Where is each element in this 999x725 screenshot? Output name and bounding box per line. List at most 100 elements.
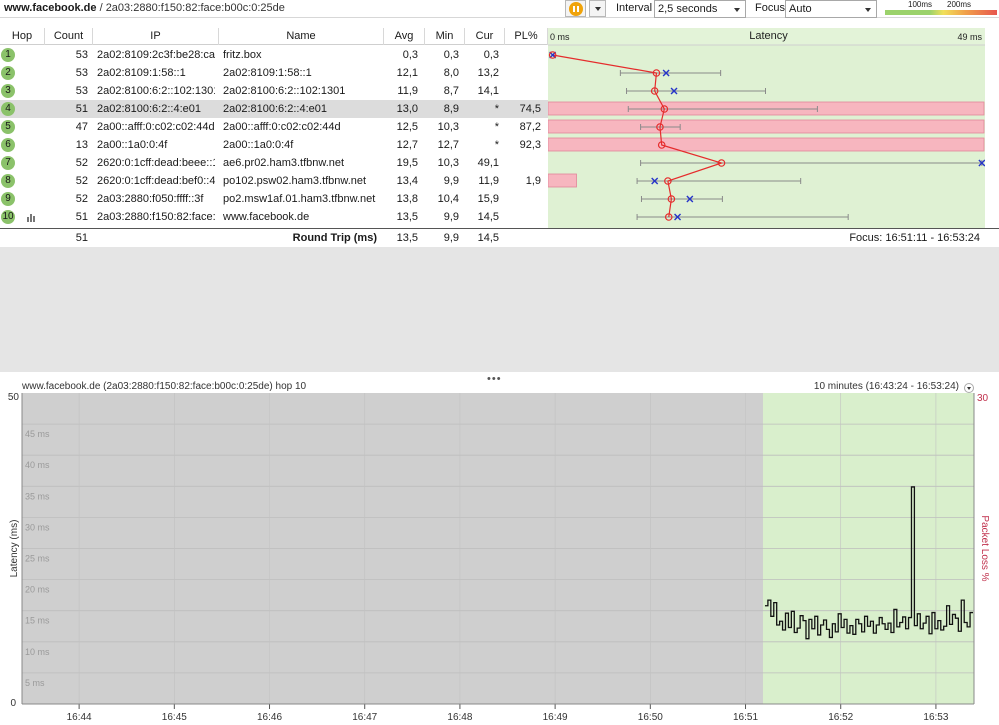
- cell-pl: [505, 190, 541, 208]
- latency-min-label: 0 ms: [550, 32, 570, 42]
- cell-cur: *: [494, 121, 499, 133]
- grid-label: 5 ms: [25, 678, 45, 688]
- cell-cur: 49,1: [477, 157, 499, 169]
- table-scrollbar[interactable]: [985, 28, 999, 230]
- cell-name: 2a02:8100:6:2::4:e01: [223, 103, 327, 115]
- summary-cur: 14,5: [477, 232, 499, 244]
- cell-ip: 2a02:8109:2c3f:be28:ca0: [97, 49, 215, 61]
- hop-number-badge: 7: [1, 156, 15, 170]
- focus-label: Focus: [755, 2, 785, 14]
- cell-cur: 11,9: [478, 175, 499, 187]
- grid-label: 10 ms: [25, 647, 50, 657]
- cell-avg: 19,5: [396, 157, 418, 169]
- cell-count: 53: [75, 49, 88, 61]
- interval-label: Interval: [616, 2, 653, 14]
- y-axis-max-label: 50: [8, 392, 20, 403]
- grid-label: 35 ms: [25, 491, 50, 501]
- col-hop[interactable]: Hop: [0, 28, 45, 45]
- hop-number-badge: 5: [1, 120, 15, 134]
- grid-label: 45 ms: [25, 429, 50, 439]
- toolbar: www.facebook.de / 2a03:2880:f150:82:face…: [0, 0, 999, 18]
- pause-button[interactable]: [565, 0, 586, 17]
- cell-min: 8,0: [443, 67, 459, 79]
- target-ip: 2a03:2880:f150:82:face:b00c:0:25de: [105, 2, 285, 14]
- cell-cur: *: [494, 139, 499, 151]
- cell-pl: 1,9: [525, 175, 541, 187]
- hop-number-badge: 1: [1, 48, 15, 62]
- cell-pl: 74,5: [519, 103, 541, 115]
- grid-label: 20 ms: [25, 585, 50, 595]
- cell-min: 12,7: [437, 139, 459, 151]
- col-avg[interactable]: Avg: [384, 28, 425, 45]
- cell-name: po102.psw02.ham3.tfbnw.net: [223, 175, 367, 187]
- cell-ip: 2a00::afff:0:c02:c02:44d: [97, 121, 215, 133]
- target-title: www.facebook.de / 2a03:2880:f150:82:face…: [4, 2, 285, 14]
- cell-name: po2.msw1af.01.ham3.tfbnw.net: [223, 193, 376, 205]
- cell-name: ae6.pr02.ham3.tfbnw.net: [223, 157, 345, 169]
- empty-panel: [0, 247, 999, 375]
- cell-min: 9,9: [443, 175, 459, 187]
- grid-label: 25 ms: [25, 554, 50, 564]
- cell-avg: 13,4: [396, 175, 418, 187]
- time-tick-label: 16:48: [447, 712, 472, 723]
- chevron-down-icon: [734, 8, 740, 12]
- col-ip[interactable]: IP: [93, 28, 219, 45]
- col-cur[interactable]: Cur: [465, 28, 505, 45]
- cell-pl: 87,2: [519, 121, 541, 133]
- hop-number-badge: 2: [1, 66, 15, 80]
- cell-count: 47: [75, 121, 88, 133]
- cell-avg: 13,0: [396, 103, 418, 115]
- cell-min: 8,9: [443, 103, 459, 115]
- cell-ip: 2a03:2880:f150:82:face:b: [97, 211, 215, 223]
- cell-name: 2a02:8100:6:2::102:1301: [223, 85, 346, 97]
- cell-ip: 2a02:8100:6:2::102:1301: [97, 85, 215, 97]
- col-min[interactable]: Min: [425, 28, 465, 45]
- cell-ip: 2a03:2880:f050:ffff::3f: [97, 193, 204, 205]
- col-pl[interactable]: PL%: [505, 28, 548, 45]
- bar-chart-icon[interactable]: [27, 213, 37, 222]
- cell-count: 13: [75, 139, 88, 151]
- hop-number-badge: 9: [1, 192, 15, 206]
- trace-table: Hop Count IP Name Avg Min Cur PL% 1 53 2a0…: [0, 28, 999, 246]
- target-host: www.facebook.de: [4, 2, 97, 14]
- pause-options-dropdown[interactable]: [589, 0, 606, 17]
- col-name[interactable]: Name: [219, 28, 384, 45]
- hop-number-badge: 4: [1, 102, 15, 116]
- latency-color-scale: 100ms 200ms: [885, 0, 997, 17]
- cell-count: 53: [75, 67, 88, 79]
- y-axis-title: Latency (ms): [9, 520, 20, 578]
- grid-label: 15 ms: [25, 616, 50, 626]
- scale-gradient-bar: [885, 10, 997, 15]
- time-tick-label: 16:50: [638, 712, 663, 723]
- cell-name: fritz.box: [223, 49, 262, 61]
- latency-chart: 0 ms Latency 49 ms: [547, 28, 986, 228]
- cell-count: 52: [75, 193, 88, 205]
- cell-ip: 2a02:8109:1:58::1: [97, 67, 186, 79]
- time-tick-label: 16:49: [543, 712, 568, 723]
- latency-timeline-chart: 45 ms 40 ms 35 ms 30 ms 25 ms 20 ms 15 ms 10 ms…: [8, 392, 990, 723]
- cell-pl: [505, 82, 541, 100]
- summary-row: 51 Round Trip (ms) 13,5 9,9 14,5 Focus: …: [0, 228, 999, 246]
- time-tick-label: 16:45: [162, 712, 187, 723]
- grid-label: 40 ms: [25, 460, 50, 470]
- cell-name: 2a02:8109:1:58::1: [223, 67, 312, 79]
- packet-loss-bar: [547, 119, 985, 134]
- cell-cur: 0,3: [483, 49, 499, 61]
- time-tick-label: 16:52: [828, 712, 853, 723]
- cell-avg: 0,3: [402, 49, 418, 61]
- time-tick-label: 16:51: [733, 712, 758, 723]
- interval-select[interactable]: 2,5 seconds: [654, 0, 746, 18]
- cell-min: 8,7: [443, 85, 459, 97]
- cell-ip: 2620:0:1cff:dead:bef0::49: [97, 175, 215, 187]
- cell-pl: 92,3: [519, 139, 541, 151]
- col-count[interactable]: Count: [45, 28, 93, 45]
- cell-name: 2a00::1a0:0:4f: [223, 139, 294, 151]
- focus-range-text: Focus: 16:51:11 - 16:53:24: [849, 232, 980, 244]
- target-separator: /: [96, 2, 106, 14]
- cell-ip: 2a02:8100:6:2::4:e01: [97, 103, 201, 115]
- hop-number-badge: 10: [1, 210, 15, 224]
- latency-panel: 0 ms Latency 49 ms: [547, 28, 986, 230]
- latency-header-label: Latency: [749, 30, 788, 42]
- cell-cur: 15,9: [477, 193, 499, 205]
- focus-select[interactable]: Auto: [785, 0, 877, 18]
